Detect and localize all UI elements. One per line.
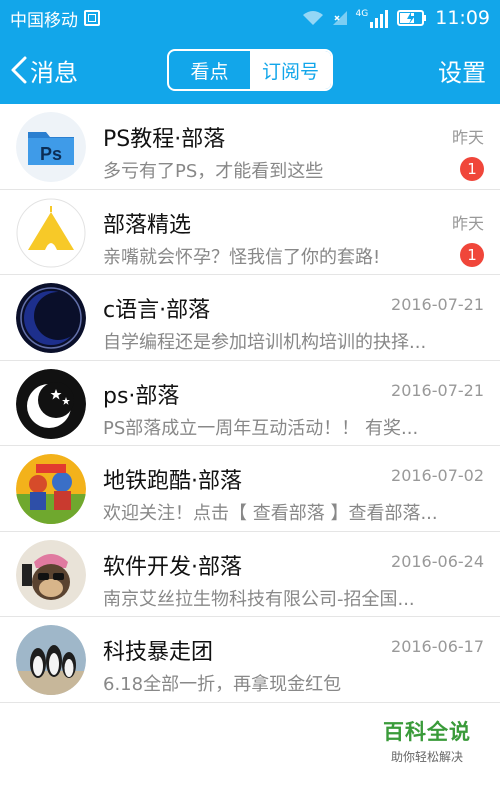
conversation-title: 地铁跑酷·部落 [103,469,242,494]
no-signal-icon [332,10,348,26]
unread-badge: 1 [460,157,484,181]
tab-kandian[interactable]: 看点 [169,51,250,89]
svg-text:Ps: Ps [40,144,62,164]
unread-badge: 1 [460,242,484,267]
status-bar: 中国移动 4G 11:09 [0,0,500,36]
blue-crescent-icon [16,283,86,353]
cell-signal-icon: 4G [356,9,390,28]
watermark-sub-text: 助你轻松解决 [390,750,463,764]
conversation-preview: 欢迎关注！点击【 查看部落 】查看部落... [103,503,438,524]
conversation-list: Ps PS教程·部落 昨天 多亏有了PS，才能看到这些 1 部落精选 昨天 亲嘴… [0,104,500,703]
conversation-preview: PS部落成立一周年互动活动！！ 有奖... [103,417,419,439]
watermark-logo: 百科全说 助你轻松解决 [362,716,492,765]
wifi-icon [302,10,324,26]
conversation-date: 2016-07-21 [391,295,484,314]
watermark-main-text: 百科全说 [383,720,471,744]
back-button[interactable]: 消息 [10,36,78,104]
conversation-preview: 南京艾丝拉生物科技有限公司-招全国... [103,588,415,610]
list-item[interactable]: Ps PS教程·部落 昨天 多亏有了PS，才能看到这些 1 [0,104,500,190]
conversation-date: 2016-06-24 [391,551,484,571]
conversation-title: 部落精选 [103,212,192,238]
ps-logo-icon: Ps [16,112,86,182]
list-item[interactable]: 部落精选 昨天 亲嘴就会怀孕？怪我信了你的套路! 1 [0,190,500,275]
settings-button[interactable]: 设置 [438,36,486,104]
conversation-preview: 自学编程还是参加培训机构培训的抉择... [103,332,427,353]
conversation-preview: 多亏有了PS，才能看到这些 [103,161,324,182]
list-item[interactable]: ps·部落 2016-07-21 PS部落成立一周年互动活动！！ 有奖... [0,361,500,446]
list-item[interactable]: 软件开发·部落 2016-06-24 南京艾丝拉生物科技有限公司-招全国... [0,532,500,617]
list-item[interactable]: 地铁跑酷·部落 2016-07-02 欢迎关注！点击【 查看部落 】查看部落..… [0,446,500,532]
conversation-title: 软件开发·部落 [103,554,242,580]
conversation-preview: 亲嘴就会怀孕？怪我信了你的套路! [103,246,381,268]
chevron-left-icon [10,55,28,85]
conversation-date: 2016-06-17 [391,637,484,656]
conversation-title: 科技暴走团 [103,640,214,665]
sim-card-icon [84,10,100,26]
carrier-label: 中国移动 [10,10,78,31]
conversation-title: ps·部落 [103,383,180,409]
conversation-preview: 6.18全部一折，再拿现金红包 [103,674,342,695]
conversation-title: PS教程·部落 [103,127,226,152]
conversation-date: 昨天 [451,213,484,233]
clock: 11:09 [435,7,490,29]
battery-charging-icon [397,10,427,26]
conversation-date: 2016-07-02 [391,466,484,485]
top-nav-bar: 消息 看点 订阅号 设置 [0,36,500,104]
tab-subscriptions[interactable]: 订阅号 [250,51,331,89]
conversation-date: 昨天 [451,128,484,147]
conversation-title: c语言·部落 [103,298,211,323]
yellow-tent-icon [16,198,86,268]
list-item[interactable]: 科技暴走团 2016-06-17 6.18全部一折，再拿现金红包 [0,617,500,703]
subway-surfers-icon [16,454,86,524]
back-label: 消息 [30,58,78,87]
monkey-icon [16,539,86,610]
segment-tabs: 看点 订阅号 [167,49,333,91]
list-item[interactable]: c语言·部落 2016-07-21 自学编程还是参加培训机构培训的抉择... [0,275,500,361]
conversation-date: 2016-07-21 [391,380,484,400]
penguins-icon [16,625,86,695]
moon-stars-icon [16,368,86,439]
